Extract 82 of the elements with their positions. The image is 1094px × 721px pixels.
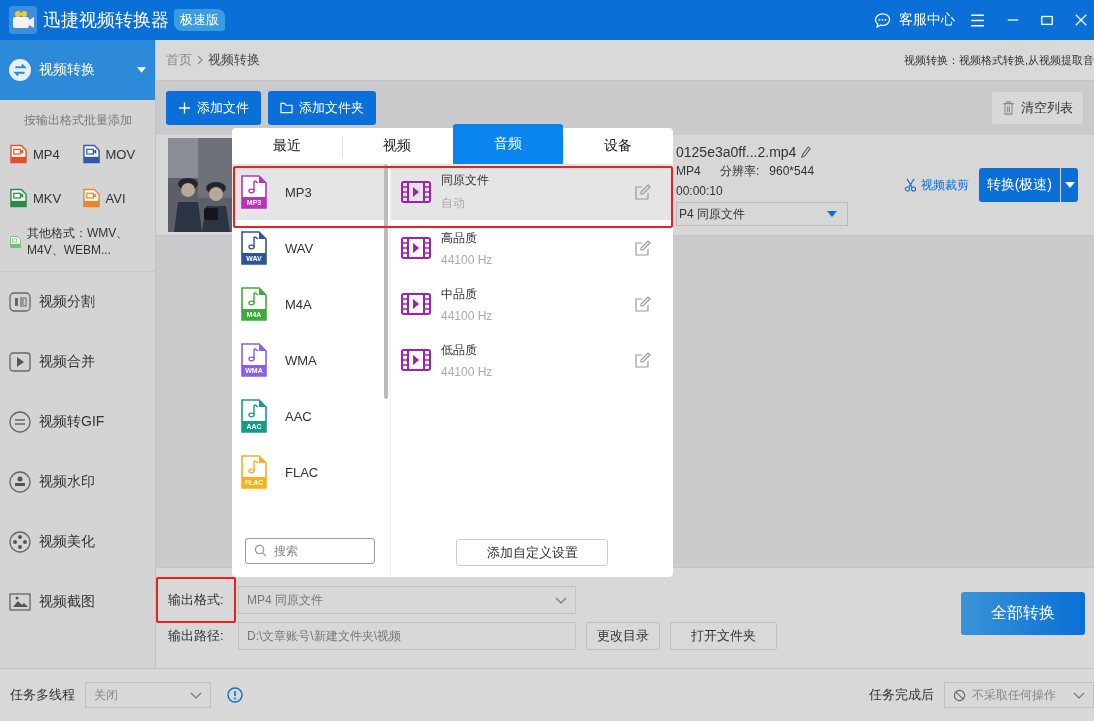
edit-icon[interactable] xyxy=(635,240,651,256)
camera-logo-icon xyxy=(9,6,37,34)
edit-icon[interactable] xyxy=(635,184,651,200)
maximize-icon[interactable] xyxy=(1040,13,1054,27)
sidebar-section-header[interactable]: 视频转换 xyxy=(0,40,155,100)
sidebar-tool-item[interactable]: 视频美化 xyxy=(0,512,155,572)
convert-all-button[interactable]: 全部转换 xyxy=(961,592,1085,635)
film-icon xyxy=(401,237,431,259)
output-format-label: 输出格式: xyxy=(168,591,225,609)
duration: 00:00:10 xyxy=(676,184,723,198)
sidebar-tool-item[interactable]: 视频分割 xyxy=(0,272,155,332)
swap-icon xyxy=(9,59,31,81)
format-shortcut[interactable]: MOV xyxy=(82,141,155,167)
sidebar-tool-item[interactable]: 视频水印 xyxy=(0,452,155,512)
format-shortcut[interactable]: AVI xyxy=(82,185,155,211)
film-icon xyxy=(401,293,431,315)
file-format: MP4 xyxy=(676,164,702,178)
change-directory-button[interactable]: 更改目录 xyxy=(586,622,660,650)
reel-icon xyxy=(9,531,31,553)
trim-link[interactable]: 视频裁剪 xyxy=(904,176,969,194)
play-icon xyxy=(9,351,31,373)
search-icon xyxy=(254,544,267,557)
breadcrumb-current: 视频转换 xyxy=(208,51,260,69)
preset-item[interactable]: 中品质 44100 Hz xyxy=(391,276,673,332)
format-tab[interactable]: 设备 xyxy=(562,128,673,164)
trash-icon xyxy=(1002,101,1015,115)
close-icon[interactable] xyxy=(1074,13,1088,27)
output-path-label: 输出路径: xyxy=(168,627,225,645)
multithread-label: 任务多线程 xyxy=(10,686,75,704)
pencil-icon[interactable] xyxy=(800,145,812,159)
convert-options-button[interactable] xyxy=(1061,168,1078,202)
caret-icon xyxy=(137,67,146,73)
app-title: 迅捷视频转换器 xyxy=(43,9,169,32)
section-title: 视频转换 xyxy=(39,61,95,79)
sidebar-tool-item[interactable]: 视频合并 xyxy=(0,332,155,392)
caret-icon xyxy=(827,211,837,217)
menu-icon[interactable] xyxy=(969,11,986,29)
resolution-label: 分辨率: xyxy=(720,162,760,180)
sidebar-tool-item[interactable]: 视频转GIF xyxy=(0,392,155,452)
chevron-right-icon xyxy=(197,55,203,65)
resolution-value: 960*544 xyxy=(769,164,815,178)
other-formats-shortcut[interactable]: 其他格式：WMV、M4V、WEBM... xyxy=(0,211,155,272)
support-link[interactable]: 客服中心 xyxy=(899,11,955,29)
clear-list-button[interactable]: 清空列表 xyxy=(991,91,1084,125)
stamp-icon xyxy=(9,471,31,493)
chevron-down-icon xyxy=(555,596,567,604)
chevron-down-icon xyxy=(1073,691,1085,699)
chat-icon[interactable] xyxy=(874,11,891,29)
format-tab[interactable]: 视频 xyxy=(342,128,453,164)
preset-dropdown[interactable]: P4 同原文件 xyxy=(676,202,848,226)
folder-icon xyxy=(280,101,293,115)
preset-item[interactable]: 低品质 44100 Hz xyxy=(391,332,673,388)
split-icon xyxy=(9,291,31,313)
add-folder-button[interactable]: 添加文件夹 xyxy=(268,91,376,125)
edit-icon[interactable] xyxy=(635,296,651,312)
format-shortcut[interactable]: MP4 xyxy=(10,141,83,167)
add-file-button[interactable]: 添加文件 xyxy=(166,91,261,125)
after-task-label: 任务完成后 xyxy=(869,686,934,704)
preset-item[interactable]: 高品质 44100 Hz xyxy=(391,220,673,276)
file-name: 0125e3a0ff...2.mp4 xyxy=(676,144,797,160)
add-custom-settings-button[interactable]: 添加自定义设置 xyxy=(456,539,608,566)
film-icon xyxy=(401,349,431,371)
sidebar-tool-item[interactable]: 视频截图 xyxy=(0,572,155,632)
prohibited-icon xyxy=(953,688,966,702)
edit-icon[interactable] xyxy=(635,352,651,368)
format-tab[interactable]: 最近 xyxy=(232,128,343,164)
page-description: 视频转换：视频格式转换,从视频提取音 xyxy=(903,52,1094,68)
image-icon xyxy=(9,591,31,613)
format-tab[interactable]: 音频 xyxy=(452,124,563,164)
edition-badge: 极速版 xyxy=(174,9,225,31)
caret-icon xyxy=(1064,182,1075,188)
search-field[interactable]: 搜索 xyxy=(245,538,375,564)
convert-button[interactable]: 转换(极速) xyxy=(978,168,1060,202)
format-shortcut[interactable]: MKV xyxy=(10,185,83,211)
chevron-down-icon xyxy=(190,691,202,699)
info-icon[interactable] xyxy=(227,687,243,703)
open-folder-button[interactable]: 打开文件夹 xyxy=(670,622,777,650)
batch-label: 按输出格式批量添加 xyxy=(22,112,133,129)
scrollbar-thumb[interactable] xyxy=(384,164,388,399)
plus-icon xyxy=(178,101,191,115)
film-icon xyxy=(401,181,431,203)
scissors-icon xyxy=(904,178,917,192)
